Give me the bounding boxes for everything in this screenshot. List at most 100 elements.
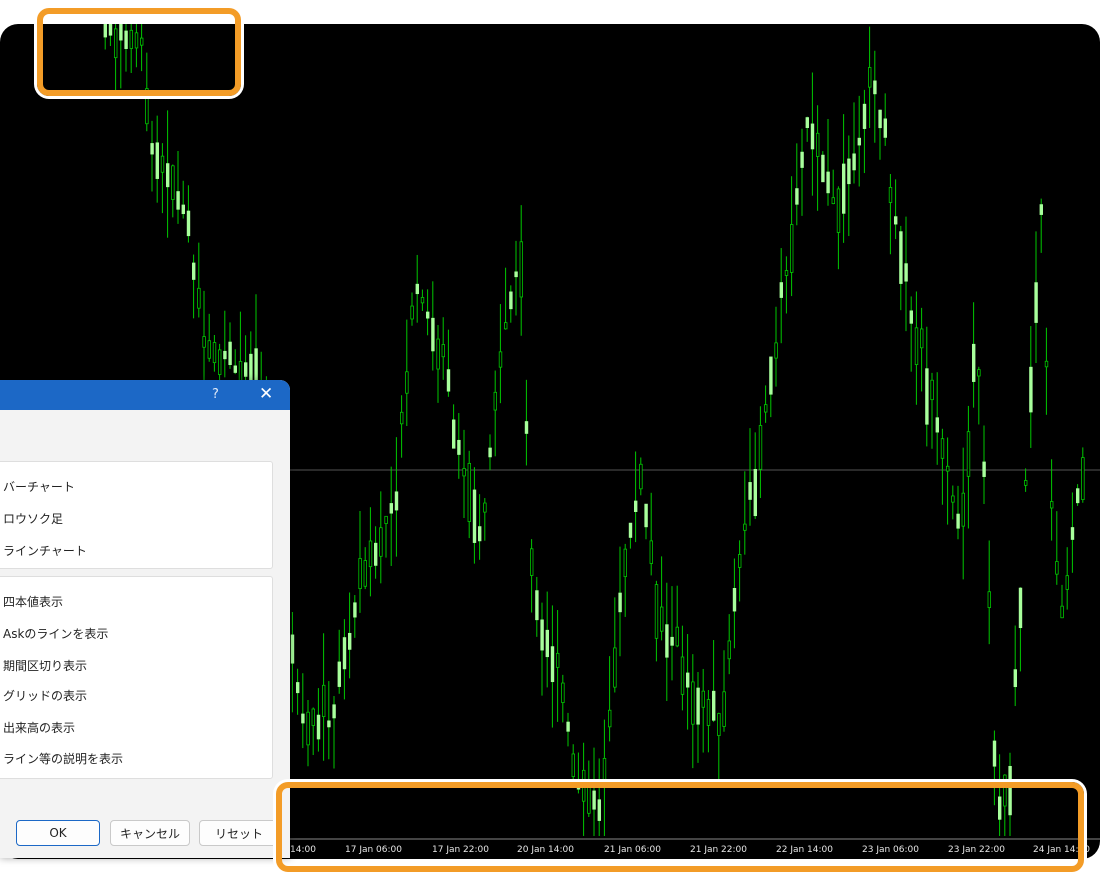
candle-body (634, 500, 638, 512)
candle-body (467, 462, 471, 522)
show-ohlc-option[interactable]: 四本値表示 (3, 593, 63, 610)
candle-body (509, 291, 513, 310)
candle-body (836, 188, 841, 233)
candle-body (972, 343, 976, 382)
candle-body (909, 310, 913, 324)
candle-body (1060, 605, 1064, 619)
candle-body (940, 438, 945, 459)
candle-body (790, 224, 794, 273)
candle-body (842, 163, 846, 214)
candle-body (1029, 366, 1033, 413)
candle-body (862, 103, 867, 129)
candle-body (493, 391, 497, 411)
candle-body (561, 682, 565, 703)
candlestick-option[interactable]: ロウソク足 (3, 510, 63, 527)
show-volume-option[interactable]: 出来高の表示 (3, 719, 75, 736)
candle-body (904, 263, 908, 282)
close-icon[interactable]: ✕ (259, 384, 273, 404)
candle-body (748, 482, 752, 500)
candle-body (951, 495, 955, 503)
candle-body (888, 186, 893, 203)
candle-body (373, 542, 378, 566)
candle-body (644, 503, 648, 528)
candle-body (857, 137, 861, 146)
candle-body (779, 282, 783, 298)
candle-body (535, 590, 539, 621)
candle-body (1034, 282, 1038, 323)
candle-body (925, 368, 929, 425)
candle-body (316, 714, 321, 740)
candle-body (961, 492, 965, 527)
candle-body (654, 584, 659, 639)
candle-body (810, 123, 815, 150)
candle-body (363, 560, 367, 587)
bar-chart-option[interactable]: バーチャート (3, 478, 75, 495)
candle-body (982, 461, 986, 477)
candle-body (556, 652, 560, 668)
candle-body (956, 513, 960, 529)
candle-body (727, 640, 731, 660)
candle-body (966, 431, 971, 477)
candle-body (977, 369, 981, 377)
reset-button[interactable]: リセット (199, 820, 279, 846)
candle-body (602, 758, 607, 785)
candle-body (1081, 457, 1085, 500)
line-chart-option[interactable]: ラインチャート (3, 542, 87, 559)
candle-body (337, 661, 341, 687)
cancel-button[interactable]: キャンセル (110, 820, 190, 846)
candle-body (670, 636, 674, 646)
candle-body (618, 592, 622, 613)
candle-body (399, 411, 404, 425)
candle-body (353, 602, 357, 618)
ok-button[interactable]: OK (16, 820, 100, 846)
candle-body (660, 606, 664, 632)
candle-body (743, 523, 747, 531)
highlight-frame-bottom (276, 782, 1084, 872)
candle-body (800, 151, 804, 168)
candle-body (420, 297, 425, 304)
candle-body (503, 322, 508, 330)
candle-body (1065, 575, 1069, 590)
candle-body (457, 439, 461, 455)
candle-body (1013, 669, 1017, 688)
candle-body (1044, 360, 1049, 368)
candle-body (665, 624, 669, 658)
candle-body (212, 342, 217, 364)
candle-body (405, 371, 409, 394)
candle-body (821, 154, 825, 183)
candle-body (368, 540, 373, 568)
candle-body (472, 489, 477, 543)
show-object-descriptions-option[interactable]: ライン等の説明を表示 (3, 750, 123, 767)
candle-body (530, 548, 534, 576)
candle-body (878, 109, 882, 129)
candle-body (613, 647, 617, 688)
candle-body (738, 554, 742, 568)
candle-body (171, 165, 175, 200)
candle-body (732, 588, 737, 612)
candle-body (347, 632, 352, 650)
candle-body (712, 690, 716, 721)
candle-body (1076, 488, 1080, 504)
candle-body (831, 197, 835, 205)
candle-body (384, 515, 388, 524)
candle-body (254, 348, 258, 384)
candle-body (415, 283, 419, 295)
show-grid-option[interactable]: グリッドの表示 (3, 687, 87, 704)
candle-body (1050, 501, 1054, 509)
candle-body (722, 691, 726, 727)
candle-body (930, 379, 934, 401)
candle-body (477, 526, 482, 542)
candle-body (769, 356, 773, 395)
candle-body (873, 80, 877, 95)
candle-body (816, 132, 820, 157)
show-period-separators-option[interactable]: 期間区切り表示 (3, 657, 87, 674)
candle-body (394, 491, 399, 511)
candle-body (1024, 480, 1028, 486)
candle-body (545, 629, 549, 658)
candle-body (498, 351, 503, 368)
show-ask-line-option[interactable]: Askのラインを表示 (3, 625, 108, 642)
candle-body (686, 672, 690, 688)
candle-body (155, 142, 159, 179)
candle-body (160, 155, 165, 173)
help-icon[interactable]: ? (212, 387, 219, 402)
